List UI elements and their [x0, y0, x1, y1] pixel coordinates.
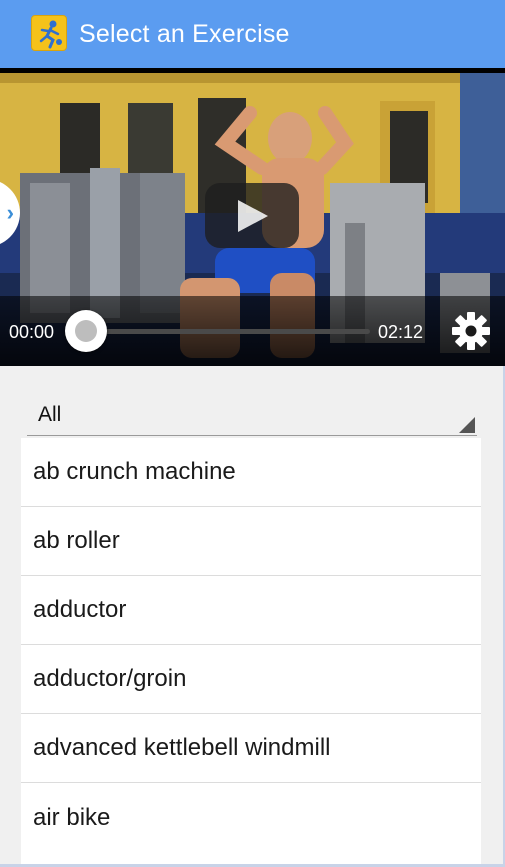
video-player[interactable]: › 00:00 02:12 — [0, 68, 505, 366]
dropdown-arrow-icon — [459, 417, 475, 433]
app-bar: Select an Exercise — [0, 0, 505, 68]
list-item[interactable]: ab roller — [21, 507, 481, 576]
play-button[interactable] — [205, 183, 299, 248]
list-item[interactable]: adductor — [21, 576, 481, 645]
list-item[interactable]: advanced kettlebell windmill — [21, 714, 481, 783]
exercise-list: ab crunch machine ab roller adductor add… — [21, 438, 481, 867]
total-time: 02:12 — [378, 322, 424, 342]
running-figure-app-icon[interactable] — [31, 15, 67, 51]
list-item[interactable]: ab crunch machine — [21, 438, 481, 507]
exercise-selector: All ab crunch machine ab roller adductor… — [0, 366, 505, 867]
list-item[interactable]: air bike — [21, 783, 481, 852]
seek-thumb[interactable] — [65, 310, 107, 352]
filter-selected-value: All — [38, 403, 62, 426]
current-time: 00:00 — [9, 322, 55, 342]
list-item[interactable]: adductor/groin — [21, 645, 481, 714]
app-title: Select an Exercise — [79, 20, 290, 48]
play-icon — [238, 200, 268, 232]
gear-icon[interactable] — [450, 310, 492, 352]
video-controls: 00:00 02:12 — [0, 296, 505, 366]
seek-bar[interactable] — [85, 329, 370, 334]
filter-dropdown[interactable]: All — [27, 396, 477, 436]
